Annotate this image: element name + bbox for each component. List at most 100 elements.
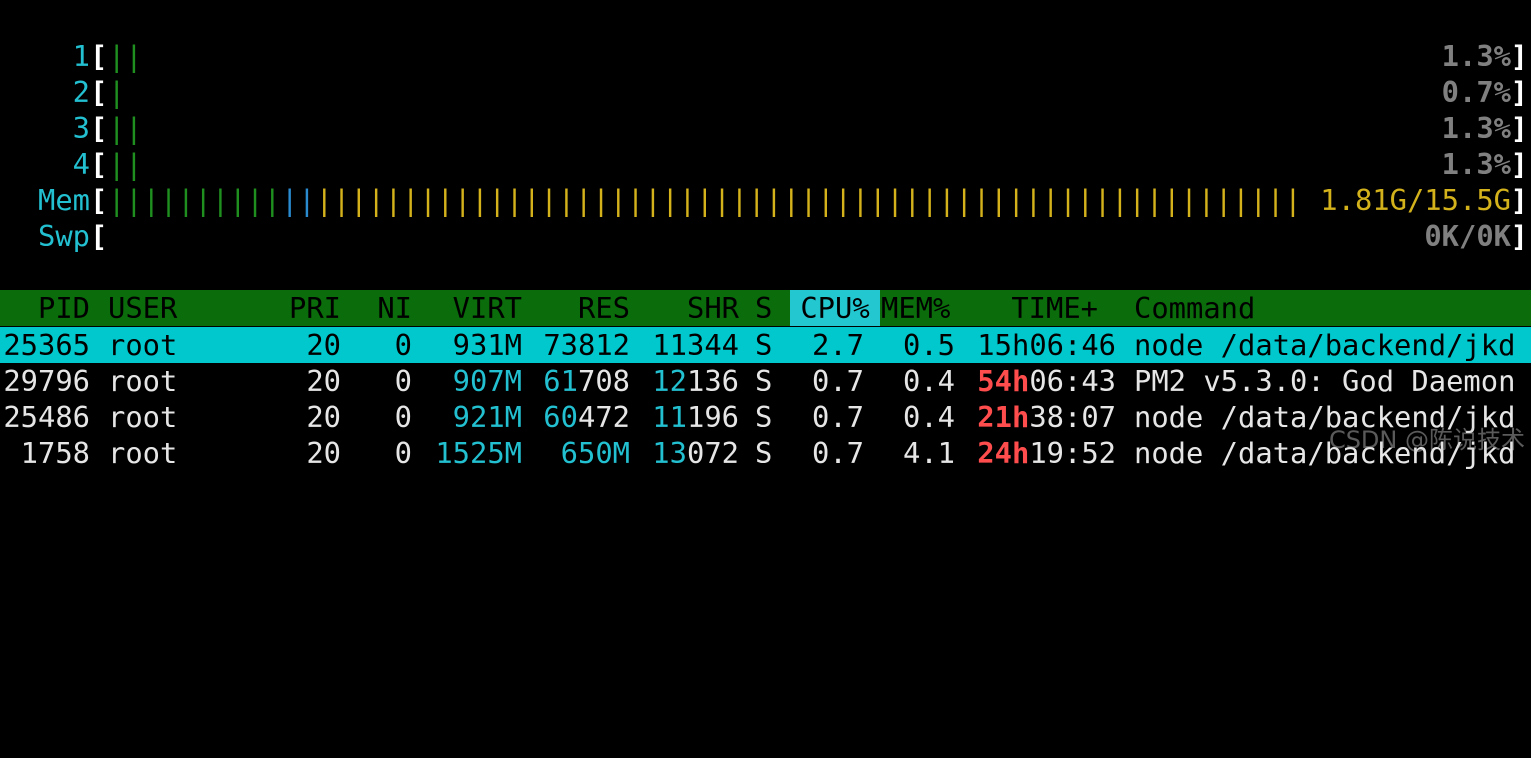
cpu-meter-1-bar: | bbox=[125, 39, 143, 73]
mem-meter-bar: | bbox=[263, 183, 282, 217]
mem-meter-bar: | bbox=[817, 183, 835, 217]
user-cell: root bbox=[108, 328, 178, 362]
col-shr[interactable]: SHR bbox=[647, 290, 739, 326]
swap-meter-bracket-close: ] bbox=[1510, 219, 1528, 253]
cpu-meter-4-bracket-open: [ bbox=[90, 147, 108, 181]
mem-meter-bar: | bbox=[1042, 183, 1060, 217]
mem-meter-bar: | bbox=[661, 183, 679, 217]
virt-cell: 931M bbox=[452, 328, 522, 362]
mem-meter-bar: | bbox=[903, 183, 921, 217]
mem-meter-bar: | bbox=[1180, 183, 1198, 217]
mem-meter-bar: | bbox=[1145, 183, 1164, 217]
mem-meter-bar: | bbox=[782, 183, 800, 217]
col-user[interactable]: USER bbox=[108, 290, 177, 326]
cpu-meter-1-bracket-open: [ bbox=[90, 39, 108, 73]
mem-meter-bar: | bbox=[1111, 183, 1129, 217]
col-ni[interactable]: NI bbox=[376, 290, 412, 326]
cpu-meter-1-bars: | | bbox=[108, 38, 143, 74]
mem-meter-bar: | bbox=[1266, 183, 1285, 217]
shr-cell: 11344 bbox=[652, 328, 739, 362]
time-cell: 24h19:52 bbox=[977, 436, 1116, 470]
cpu-meter-4-bracket-close: ] bbox=[1510, 147, 1528, 181]
col-res[interactable]: RES bbox=[538, 290, 630, 326]
cpu-meter-1-label: 1 bbox=[72, 39, 90, 73]
pid-cell: 1758 bbox=[20, 436, 90, 470]
process-row[interactable]: 25365 root 20 0 931M 73812 11344 S 2.7 0.5 15h06:4… bbox=[0, 327, 1531, 363]
mem-meter-bar: | bbox=[747, 183, 766, 217]
res-cell: 61708 bbox=[543, 364, 630, 398]
mem-meter-bar: | bbox=[350, 183, 368, 217]
mem-meter-bar: | bbox=[1197, 183, 1216, 217]
col-state[interactable]: S bbox=[755, 290, 772, 326]
mem-meter-bar: | bbox=[488, 183, 506, 217]
shr-cell: 12136 bbox=[652, 364, 739, 398]
mem-meter-bar: | bbox=[280, 183, 299, 217]
mem-meter-bar: | bbox=[834, 183, 852, 217]
mem-meter-label: Mem bbox=[37, 183, 90, 217]
mem-meter-bar: | bbox=[575, 183, 593, 217]
process-row[interactable]: 25486 root 20 0 921M 60472 11196 S 0.7 0.4 21h38:0… bbox=[0, 399, 1531, 435]
mem-meter-bracket-open: [ bbox=[90, 183, 108, 217]
col-time[interactable]: TIME+ bbox=[970, 290, 1098, 326]
user-cell: root bbox=[108, 364, 178, 398]
cpu-meter-3-bar: | bbox=[108, 111, 126, 145]
mem-meter-bar: | bbox=[108, 183, 126, 217]
mem-meter-bar: | bbox=[678, 183, 697, 217]
cpu-meter-2-value: 0.7% bbox=[1441, 75, 1511, 109]
mem-meter-bar: | bbox=[436, 183, 454, 217]
process-row[interactable]: 29796 root 20 0 907M 61708 12136 S 0.7 0.4 54h06:4… bbox=[0, 363, 1531, 399]
cpu-meter-4-label: 4 bbox=[72, 147, 90, 181]
mem-meter-bar: | bbox=[1128, 183, 1146, 217]
shr-cell: 11196 bbox=[652, 400, 739, 434]
state-cell: S bbox=[755, 364, 773, 398]
mem-cell: 4.1 bbox=[902, 436, 955, 470]
virt-cell: 921M bbox=[452, 400, 522, 434]
cpu-meter-2-label: 2 bbox=[72, 75, 90, 109]
pid-cell: 25365 bbox=[3, 328, 90, 362]
cpu-meter-3: 3[| | 1.3%] bbox=[0, 110, 1531, 146]
process-table-header[interactable]: PID USER PRI NI VIRT RES SHR S CPU% MEM%… bbox=[0, 290, 1531, 326]
command-cell: node /data/backend/jkd bbox=[1134, 328, 1516, 362]
cpu-meter-1-bracket-close: ] bbox=[1510, 39, 1528, 73]
mem-cell: 0.4 bbox=[902, 400, 955, 434]
process-row[interactable]: 1758 root 20 0 1525M 650M 13072 S 0.7 4.1 24h19:52… bbox=[0, 435, 1531, 471]
col-pri[interactable]: PRI bbox=[283, 290, 341, 326]
swap-meter-value: 0K/0K bbox=[1424, 219, 1511, 253]
cpu-meter-3-label: 3 bbox=[72, 111, 90, 145]
mem-meter-bar: | bbox=[332, 183, 351, 217]
cpu-meter-1-value: 1.3% bbox=[1441, 39, 1511, 73]
cpu-meter-2-bar: | bbox=[108, 75, 126, 109]
mem-meter-bar: | bbox=[1215, 183, 1233, 217]
state-cell: S bbox=[755, 328, 773, 362]
state-cell: S bbox=[755, 400, 773, 434]
cpu-cell: 0.7 bbox=[811, 400, 864, 434]
cpu-meter-1-bar: | bbox=[108, 39, 126, 73]
cpu-meter-3-value: 1.3% bbox=[1441, 111, 1511, 145]
time-cell: 21h38:07 bbox=[977, 400, 1116, 434]
cpu-cell: 0.7 bbox=[811, 364, 864, 398]
col-cpu-sorted[interactable]: CPU% bbox=[790, 290, 880, 326]
col-virt[interactable]: VIRT bbox=[430, 290, 522, 326]
cpu-meter-2-bracket-open: [ bbox=[90, 75, 108, 109]
mem-meter-bar: | bbox=[1007, 183, 1025, 217]
mem-meter-bar: | bbox=[799, 183, 818, 217]
state-cell: S bbox=[755, 436, 773, 470]
pid-cell: 29796 bbox=[3, 364, 90, 398]
mem-meter-bar: | bbox=[990, 183, 1008, 217]
col-mem[interactable]: MEM% bbox=[881, 290, 950, 326]
cpu-meter-4-bars: | | bbox=[108, 146, 143, 182]
col-pid[interactable]: PID bbox=[0, 290, 90, 326]
mem-meter-bar: | bbox=[869, 183, 887, 217]
watermark: CSDN @陈说技术 bbox=[1328, 426, 1525, 454]
col-command[interactable]: Command bbox=[1134, 290, 1255, 326]
mem-meter-bar: | bbox=[419, 183, 437, 217]
cpu-meter-2-bars: | bbox=[108, 74, 125, 110]
mem-meter-bar: | bbox=[471, 183, 489, 217]
shr-cell: 13072 bbox=[652, 436, 739, 470]
mem-meter-bar: | bbox=[402, 183, 420, 217]
swap-meter: Swp[0K/0K] bbox=[0, 218, 1531, 254]
mem-cell: 0.4 bbox=[902, 364, 955, 398]
mem-meter-bar: | bbox=[1059, 183, 1077, 217]
mem-meter-bar: | bbox=[194, 183, 212, 217]
mem-meter-bar: | bbox=[229, 183, 247, 217]
